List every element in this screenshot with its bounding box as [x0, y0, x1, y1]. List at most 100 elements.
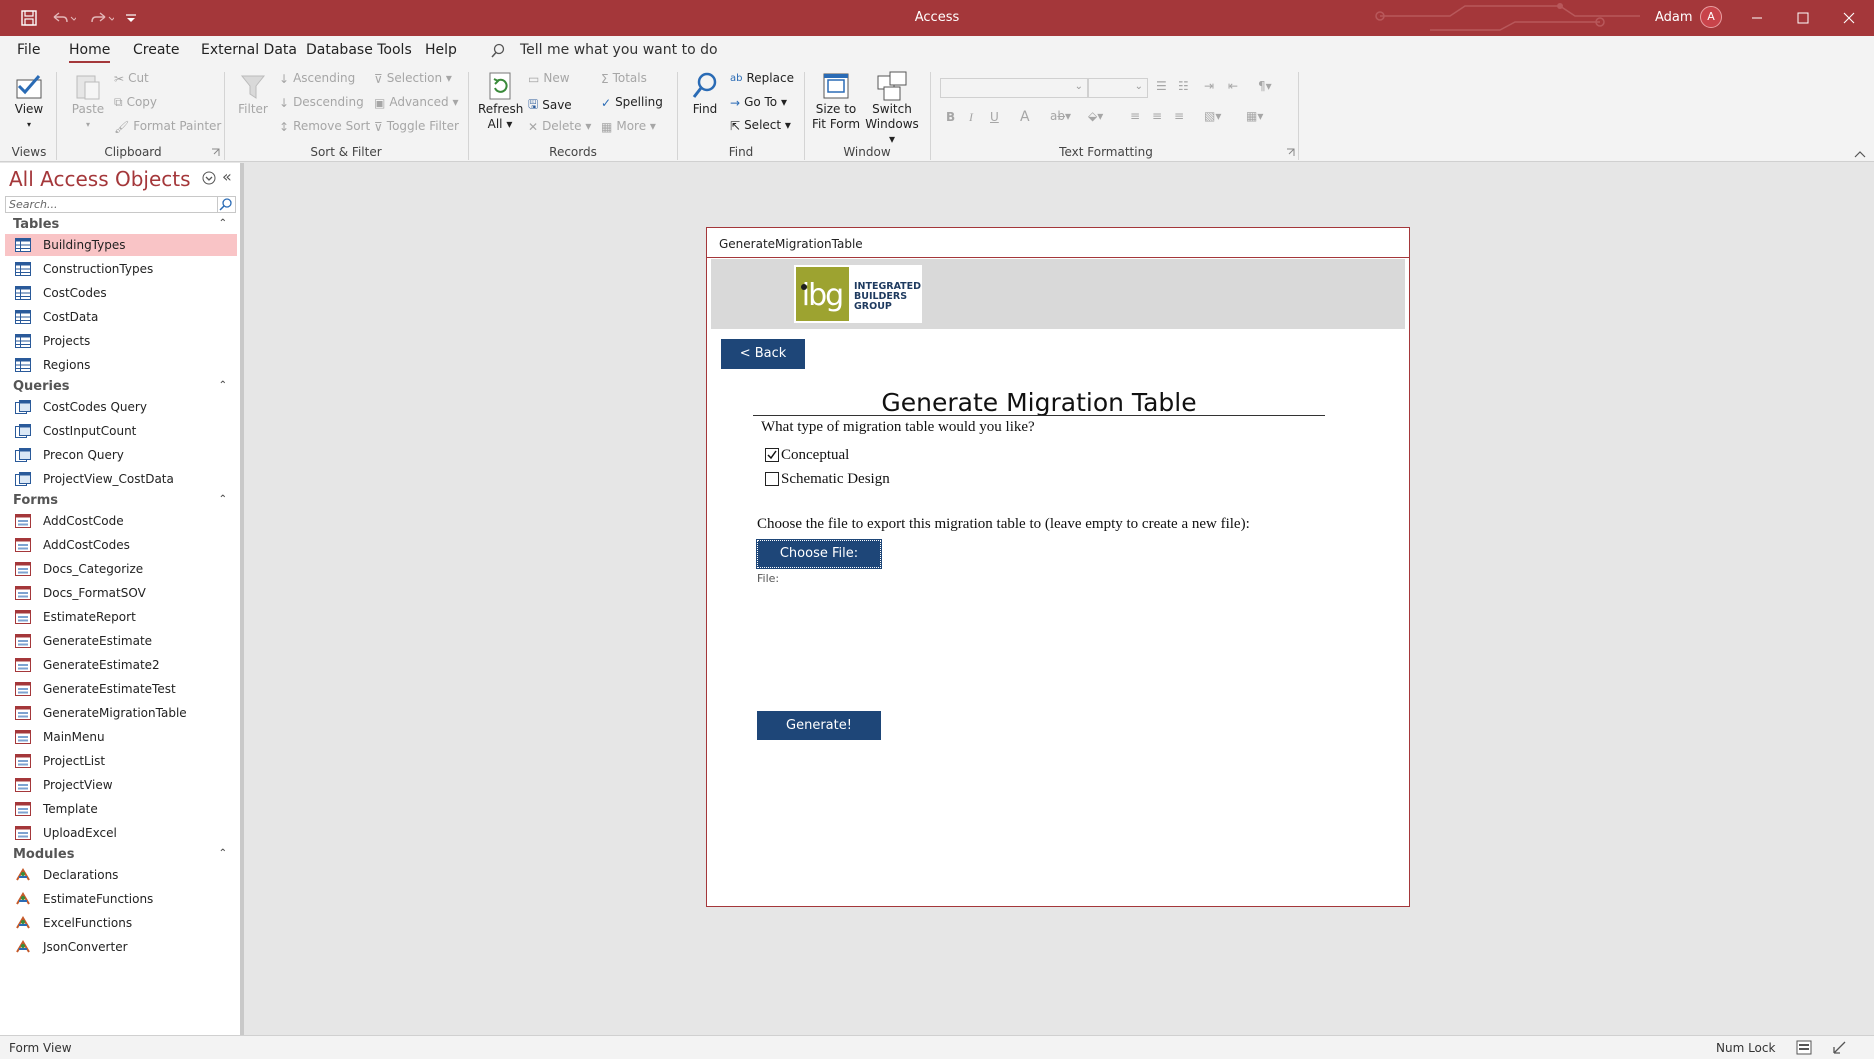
- ascending-button[interactable]: ↓ Ascending: [279, 71, 355, 86]
- tab-create[interactable]: Create: [133, 42, 180, 58]
- font-size-select[interactable]: ⌄: [1088, 78, 1148, 98]
- form-window-title[interactable]: GenerateMigrationTable: [707, 228, 1409, 258]
- increase-indent-button[interactable]: ⇥: [1204, 79, 1214, 93]
- form-view-icon[interactable]: [1796, 1040, 1812, 1055]
- filter-button[interactable]: Filter: [234, 70, 272, 117]
- nav-form-item[interactable]: GenerateMigrationTable: [5, 702, 237, 724]
- cut-button[interactable]: ✂ Cut: [114, 71, 149, 86]
- nav-section-queries[interactable]: Queries ⌃: [13, 379, 227, 394]
- align-left-button[interactable]: ≡: [1130, 109, 1140, 123]
- choose-file-button[interactable]: Choose File:: [756, 539, 882, 569]
- clipboard-launcher-icon[interactable]: [211, 148, 220, 157]
- nav-form-item[interactable]: GenerateEstimate2: [5, 654, 237, 676]
- nav-table-item[interactable]: CostData: [5, 306, 237, 328]
- descending-button[interactable]: ↓ Descending: [279, 95, 364, 110]
- align-center-button[interactable]: ≡: [1152, 109, 1162, 123]
- view-button[interactable]: View ▾: [10, 70, 48, 132]
- highlight-button[interactable]: ab̶▾: [1050, 109, 1071, 123]
- italic-button[interactable]: I: [969, 110, 973, 125]
- back-button[interactable]: < Back: [721, 339, 805, 369]
- go-to-button[interactable]: → Go To ▾: [730, 95, 787, 110]
- nav-form-item[interactable]: AddCostCodes: [5, 534, 237, 556]
- find-button[interactable]: Find: [688, 70, 722, 117]
- refresh-all-button[interactable]: Refresh All ▾: [478, 70, 523, 132]
- tab-home[interactable]: Home: [69, 42, 111, 63]
- tab-external-data[interactable]: External Data: [201, 42, 297, 58]
- nav-form-item[interactable]: GenerateEstimateTest: [5, 678, 237, 700]
- nav-query-item[interactable]: CostCodes Query: [5, 396, 237, 418]
- select-button[interactable]: ⇱ Select ▾: [730, 118, 791, 133]
- nav-section-tables[interactable]: Tables ⌃: [13, 217, 227, 232]
- nav-section-forms[interactable]: Forms ⌃: [13, 493, 227, 508]
- nav-form-item[interactable]: EstimateReport: [5, 606, 237, 628]
- nav-table-item[interactable]: ConstructionTypes: [5, 258, 237, 280]
- nav-query-item[interactable]: CostInputCount: [5, 420, 237, 442]
- nav-form-item[interactable]: ProjectList: [5, 750, 237, 772]
- nav-form-item[interactable]: GenerateEstimate: [5, 630, 237, 652]
- nav-pane-title[interactable]: All Access Objects: [9, 167, 191, 191]
- size-to-fit-form-button[interactable]: Size to Fit Form: [810, 70, 862, 132]
- tab-file[interactable]: File: [17, 42, 40, 58]
- nav-search-input[interactable]: Search...: [5, 196, 218, 213]
- align-right-button[interactable]: ≡: [1174, 109, 1184, 123]
- tell-me-box[interactable]: Tell me what you want to do: [520, 42, 718, 58]
- spelling-button[interactable]: ✓ Spelling: [601, 95, 663, 110]
- nav-form-item[interactable]: MainMenu: [5, 726, 237, 748]
- alternate-row-color-button[interactable]: ▧▾: [1204, 109, 1221, 123]
- switch-windows-button[interactable]: Switch Windows ▾: [864, 70, 920, 147]
- format-painter-button[interactable]: 🖌 Format Painter: [114, 119, 221, 134]
- underline-button[interactable]: U: [990, 110, 999, 124]
- replace-button[interactable]: ab Replace: [730, 71, 794, 85]
- selection-button[interactable]: ⊽ Selection ▾: [374, 71, 452, 86]
- conceptual-checkbox[interactable]: [765, 448, 779, 462]
- more-button[interactable]: ▦ More ▾: [601, 119, 656, 134]
- nav-table-item[interactable]: CostCodes: [5, 282, 237, 304]
- nav-table-item[interactable]: Projects: [5, 330, 237, 352]
- decrease-indent-button[interactable]: ⇤: [1228, 79, 1238, 93]
- maximize-button[interactable]: [1780, 0, 1826, 36]
- nav-table-item[interactable]: BuildingTypes: [5, 234, 237, 256]
- bold-button[interactable]: B: [946, 110, 955, 124]
- generate-button[interactable]: Generate!: [757, 711, 881, 740]
- user-name[interactable]: Adam: [1655, 10, 1693, 25]
- layout-view-icon[interactable]: [1832, 1040, 1848, 1055]
- nav-module-item[interactable]: ExcelFunctions: [5, 912, 237, 934]
- tell-me-search-icon[interactable]: [490, 43, 506, 59]
- numbering-button[interactable]: ☷: [1178, 79, 1189, 93]
- nav-form-item[interactable]: Docs_Categorize: [5, 558, 237, 580]
- nav-query-item[interactable]: ProjectView_CostData: [5, 468, 237, 490]
- nav-module-item[interactable]: EstimateFunctions: [5, 888, 237, 910]
- close-button[interactable]: [1826, 0, 1872, 36]
- minimize-button[interactable]: [1734, 0, 1780, 36]
- toggle-filter-button[interactable]: ⊽ Toggle Filter: [374, 119, 459, 134]
- totals-button[interactable]: Σ Totals: [601, 71, 647, 86]
- new-record-button[interactable]: ▭ New: [528, 71, 570, 86]
- nav-module-item[interactable]: JsonConverter: [5, 936, 237, 958]
- bullets-button[interactable]: ☰: [1156, 79, 1167, 93]
- tab-help[interactable]: Help: [425, 42, 457, 58]
- nav-form-item[interactable]: AddCostCode: [5, 510, 237, 532]
- font-name-select[interactable]: ⌄: [940, 78, 1088, 98]
- nav-form-item[interactable]: Template: [5, 798, 237, 820]
- nav-form-item[interactable]: ProjectView: [5, 774, 237, 796]
- gridlines-button[interactable]: ▦▾: [1246, 109, 1263, 123]
- text-formatting-launcher-icon[interactable]: [1286, 148, 1295, 157]
- nav-section-modules[interactable]: Modules ⌃: [13, 847, 227, 862]
- nav-form-item[interactable]: UploadExcel: [5, 822, 237, 844]
- shutter-bar-close-icon[interactable]: «: [222, 167, 232, 186]
- delete-record-button[interactable]: ✕ Delete ▾: [528, 119, 591, 134]
- nav-form-item[interactable]: Docs_FormatSOV: [5, 582, 237, 604]
- advanced-button[interactable]: ▣ Advanced ▾: [374, 95, 458, 110]
- avatar[interactable]: A: [1700, 6, 1722, 28]
- paste-button[interactable]: Paste ▾: [68, 70, 108, 132]
- tab-database-tools[interactable]: Database Tools: [306, 42, 412, 58]
- schematic-design-checkbox[interactable]: [765, 472, 779, 486]
- nav-search-button[interactable]: [218, 196, 236, 213]
- fill-color-button[interactable]: ⬙▾: [1088, 109, 1103, 123]
- save-record-button[interactable]: 🖫 Save: [528, 95, 572, 116]
- copy-button[interactable]: ⧉ Copy: [114, 95, 157, 110]
- font-color-button[interactable]: A: [1020, 109, 1030, 125]
- nav-module-item[interactable]: Declarations: [5, 864, 237, 886]
- remove-sort-button[interactable]: ↕ Remove Sort: [279, 119, 370, 134]
- nav-table-item[interactable]: Regions: [5, 354, 237, 376]
